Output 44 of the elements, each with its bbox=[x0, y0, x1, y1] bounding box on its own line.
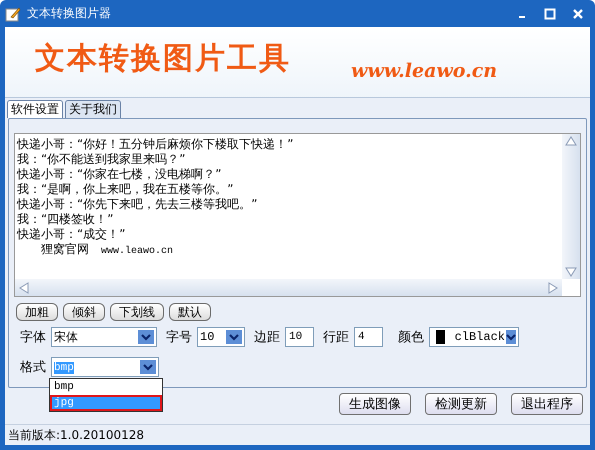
font-dropdown[interactable]: 宋体 bbox=[51, 327, 157, 347]
text-line: 我：“四楼签收！” bbox=[17, 212, 114, 227]
horizontal-scrollbar[interactable] bbox=[15, 279, 562, 296]
line-spacing-field[interactable]: 4 bbox=[354, 327, 383, 347]
style-button[interactable]: 加粗 bbox=[16, 303, 58, 321]
window-title: 文本转换图片器 bbox=[27, 5, 112, 22]
text-line: 我：“是啊，你上来吧，我在五楼等你。” bbox=[17, 182, 234, 197]
scroll-up-icon[interactable] bbox=[565, 136, 577, 146]
color-label: 颜色 bbox=[398, 329, 424, 346]
line-spacing-label: 行距 bbox=[323, 329, 349, 346]
action-button[interactable]: 退出程序 bbox=[511, 393, 583, 415]
text-line: 快递小哥：“你家在七楼，没电梯啊？” bbox=[17, 167, 222, 182]
text-line: 我：“你不能送到我家里来吗？” bbox=[17, 152, 186, 167]
maximize-icon[interactable] bbox=[544, 8, 556, 20]
text-editor[interactable]: 快递小哥：“你好！五分钟后麻烦你下楼取下快递！” 我：“你不能送到我家里来吗？” 快递小哥：“你家在七楼，没电梯啊？” 我：“是啊，你上来吧，我在五楼等你。” 快递小哥：“你先下来吧，先去三楼等我吧。” 我：“四楼签收！” 快递小哥：“成交！” 狸窝官网 www.leawo.cn bbox=[14, 133, 581, 297]
size-label: 字号 bbox=[166, 329, 192, 346]
style-button[interactable]: 倾斜 bbox=[63, 303, 105, 321]
color-swatch bbox=[436, 330, 445, 344]
action-button[interactable]: 检测更新 bbox=[425, 393, 497, 415]
font-label: 字体 bbox=[20, 329, 46, 346]
margin-label: 边距 bbox=[254, 329, 280, 346]
format-label: 格式 bbox=[20, 359, 46, 376]
style-button[interactable]: 下划线 bbox=[110, 303, 164, 321]
scroll-down-icon[interactable] bbox=[565, 267, 577, 277]
margin-field[interactable]: 10 bbox=[285, 327, 314, 347]
scroll-right-icon[interactable] bbox=[548, 282, 558, 294]
text-line: 快递小哥：“你先下来吧，先去三楼等我吧。” bbox=[17, 197, 258, 212]
banner-url: www.leawo.cn bbox=[351, 59, 498, 82]
size-dropdown[interactable]: 10 bbox=[197, 327, 245, 347]
tab[interactable]: 软件设置 bbox=[7, 100, 63, 118]
version-text: 当前版本:1.0.20100128 bbox=[8, 426, 144, 444]
signature-name: 狸窝官网 bbox=[41, 242, 89, 257]
color-dropdown[interactable]: clBlack bbox=[429, 327, 519, 347]
scroll-left-icon[interactable] bbox=[19, 282, 29, 294]
close-icon[interactable] bbox=[572, 8, 584, 20]
vertical-scrollbar[interactable] bbox=[562, 134, 580, 279]
tab[interactable]: 关于我们 bbox=[65, 100, 121, 118]
signature-url: www.leawo.cn bbox=[101, 244, 174, 259]
text-line: 快递小哥：“你好！五分钟后麻烦你下楼取下快递！” bbox=[17, 137, 294, 152]
text-line: 快递小哥：“成交！” bbox=[17, 227, 126, 242]
action-button[interactable]: 生成图像 bbox=[339, 393, 411, 415]
app-icon bbox=[5, 6, 21, 22]
banner-title: 文本转换图片工具 bbox=[35, 40, 291, 78]
style-button[interactable]: 默认 bbox=[169, 303, 211, 321]
